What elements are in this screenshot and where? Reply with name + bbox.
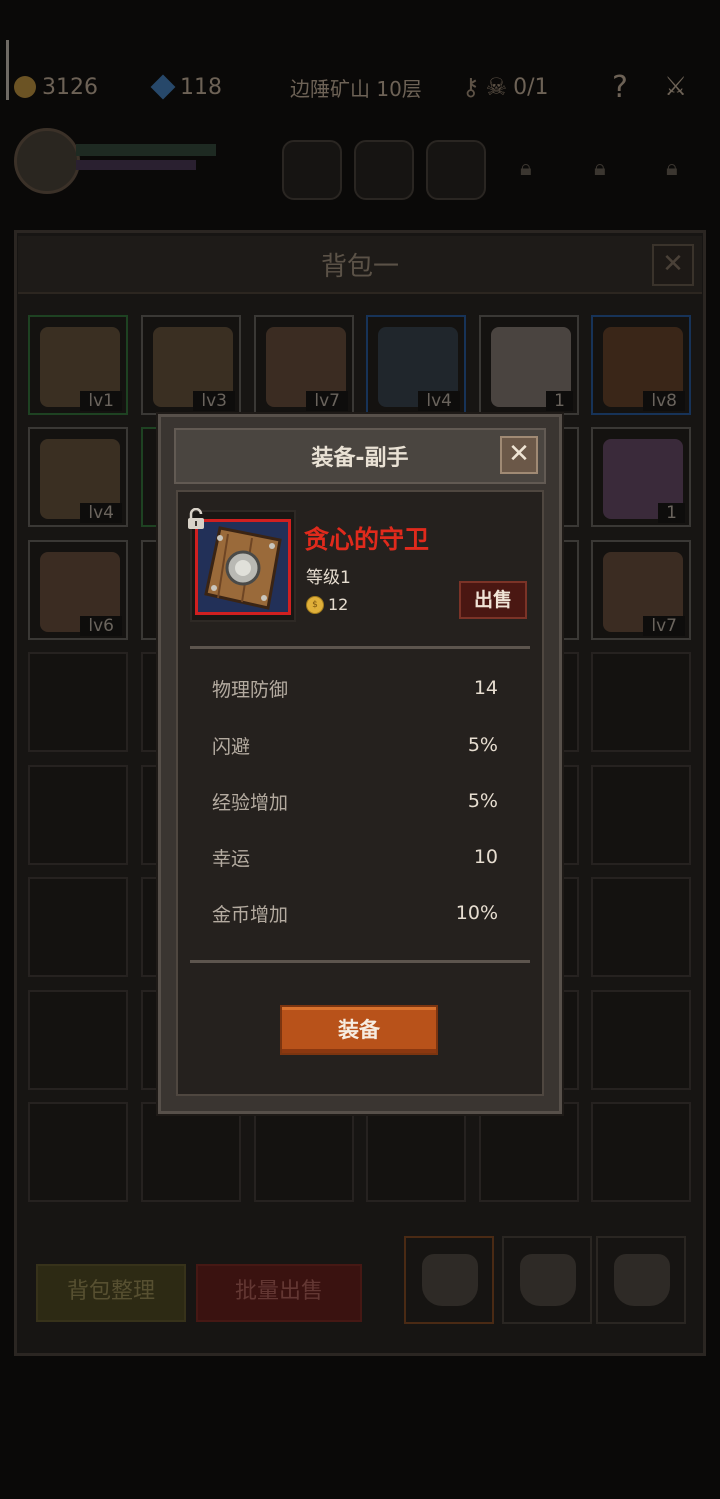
gem-value: 118 — [180, 74, 222, 100]
bag-cell[interactable] — [28, 990, 128, 1090]
stat-value: 10 — [473, 846, 498, 868]
stat-label: 经验增加 — [212, 791, 289, 814]
bag-cell[interactable] — [28, 1102, 128, 1202]
stat-value: 14 — [473, 677, 498, 699]
bag-cell[interactable] — [28, 765, 128, 865]
gem-counter: 118 — [150, 70, 222, 104]
bag-cell[interactable] — [28, 652, 128, 752]
item-name: 贪心的守卫 — [304, 525, 430, 554]
item-price: 12 — [328, 595, 349, 614]
backpack-icon — [422, 1254, 478, 1306]
bag-cell[interactable]: lv7 — [254, 315, 354, 415]
stat-label: 物理防御 — [212, 678, 289, 701]
equip-slot[interactable] — [426, 140, 486, 200]
item-level-badge: lv6 — [80, 616, 122, 636]
stat-row: 物理防御 14 — [212, 673, 498, 703]
stat-value: 10% — [455, 902, 498, 924]
location-label[interactable]: 边陲矿山 10层 — [290, 70, 422, 104]
unlocked-padlock-icon[interactable] — [186, 507, 206, 530]
bag-cell[interactable] — [254, 1102, 354, 1202]
modal-close-button[interactable]: ✕ — [500, 436, 538, 474]
stat-value: 5% — [467, 790, 498, 812]
lock-icon: 🔒︎ — [666, 156, 678, 181]
bag-cell[interactable] — [141, 1102, 241, 1202]
help-icon[interactable]: ? — [612, 70, 628, 105]
equip-slot[interactable] — [354, 140, 414, 200]
backpack-icon — [614, 1254, 670, 1306]
gold-counter: 3126 — [14, 70, 98, 104]
hero-mana-bar — [76, 160, 196, 170]
bag-cell[interactable] — [366, 1102, 466, 1202]
equip-slot[interactable] — [282, 140, 342, 200]
sort-bag-button[interactable]: 背包整理 — [36, 1264, 186, 1322]
bag-cell[interactable]: lv3 — [141, 315, 241, 415]
bag-cell[interactable] — [591, 652, 691, 752]
backpack-icon — [520, 1254, 576, 1306]
modal-title: 装备-副手 — [311, 446, 409, 471]
bag-tab-2[interactable] — [502, 1236, 592, 1324]
item-level-badge: lv7 — [306, 391, 348, 411]
divider — [190, 960, 530, 963]
item-level-badge: lv8 — [643, 391, 685, 411]
coin-icon — [14, 76, 36, 98]
bag-cell[interactable]: lv6 — [28, 540, 128, 640]
text-cursor — [6, 40, 9, 100]
item-level: 等级1 — [306, 568, 351, 588]
item-level-badge: 1 — [546, 391, 573, 411]
stat-row: 经验增加 5% — [212, 786, 498, 816]
item-level-badge: lv3 — [193, 391, 235, 411]
lock-icon: 🔒︎ — [520, 156, 532, 181]
stat-label: 闪避 — [212, 735, 251, 758]
gem-icon — [150, 74, 176, 100]
equip-button[interactable]: 装备 — [280, 1005, 438, 1055]
stat-row: 闪避 5% — [212, 730, 498, 760]
item-level-badge: 1 — [658, 503, 685, 523]
stat-label: 幸运 — [212, 847, 251, 870]
stat-value: 5% — [467, 734, 498, 756]
stat-row: 金币增加 10% — [212, 898, 498, 928]
bag-cell[interactable]: 1 — [479, 315, 579, 415]
hero-avatar[interactable] — [14, 128, 80, 194]
bag-tab-3[interactable] — [596, 1236, 686, 1324]
item-level-badge: lv7 — [643, 616, 685, 636]
item-level-badge: lv4 — [80, 503, 122, 523]
lock-icon: 🔒︎ — [594, 156, 606, 181]
bag-cell[interactable] — [591, 990, 691, 1090]
bag-tab-1[interactable] — [404, 1236, 494, 1324]
hero-health-bar — [76, 144, 216, 156]
key-counter: ⚷ ☠ 0/1 — [462, 70, 549, 104]
skull-icon: ☠ — [485, 73, 508, 101]
gold-value: 3126 — [42, 74, 98, 100]
shield-icon — [204, 526, 282, 610]
divider — [190, 646, 530, 649]
gold-coin-icon: $ — [306, 596, 324, 614]
bag-cell[interactable]: 1 — [591, 427, 691, 527]
item-level-badge: lv4 — [418, 391, 460, 411]
bag-cell[interactable]: lv7 — [591, 540, 691, 640]
bag-cell[interactable]: lv4 — [366, 315, 466, 415]
bag-cell[interactable]: lv1 — [28, 315, 128, 415]
shield-item-image — [195, 519, 291, 615]
bag-cell[interactable] — [591, 1102, 691, 1202]
item-level-badge: lv1 — [80, 391, 122, 411]
sword-icon[interactable]: ⚔ — [664, 70, 687, 104]
stat-label: 金币增加 — [212, 903, 289, 926]
stat-row: 幸运 10 — [212, 842, 498, 872]
bag-close-button[interactable]: ✕ — [652, 244, 694, 286]
bag-cell[interactable]: lv4 — [28, 427, 128, 527]
bag-title: 背包一 — [320, 252, 399, 282]
bag-cell[interactable] — [28, 877, 128, 977]
sell-button[interactable]: 出售 — [459, 581, 527, 619]
key-value: 0/1 — [513, 74, 549, 100]
bag-cell[interactable] — [591, 877, 691, 977]
key-icon: ⚷ — [462, 73, 480, 101]
bulk-sell-button[interactable]: 批量出售 — [196, 1264, 362, 1322]
bag-cell[interactable]: lv8 — [591, 315, 691, 415]
bag-cell[interactable] — [479, 1102, 579, 1202]
bag-cell[interactable] — [591, 765, 691, 865]
